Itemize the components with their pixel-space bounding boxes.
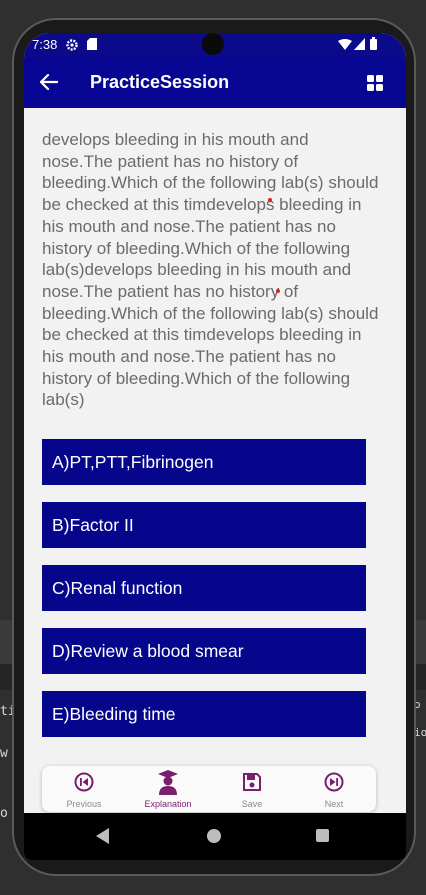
page-title: PracticeSession — [90, 72, 230, 92]
status-time: 7:38 — [32, 37, 58, 52]
option-b-button[interactable]: B)Factor II — [42, 502, 366, 548]
next-label: Next — [324, 799, 344, 809]
option-e-button[interactable]: E)Bleeding time — [42, 691, 366, 737]
previous-label: Previous — [66, 799, 102, 809]
back-arrow-icon[interactable] — [40, 74, 58, 90]
next-button[interactable]: Next — [292, 766, 376, 812]
explanation-button[interactable]: Explanation — [126, 766, 210, 812]
app-bar: PracticeSession — [24, 57, 406, 108]
system-navigation-bar — [24, 813, 406, 860]
app-screen: 7:38 PracticeSession develops bleeding i… — [24, 33, 406, 860]
graduate-icon — [158, 770, 178, 795]
previous-button[interactable]: Previous — [42, 766, 126, 812]
bottom-navigation: Previous Explanation Save Next — [42, 766, 376, 812]
grid-menu-icon[interactable] — [367, 75, 383, 91]
background-text: w — [0, 746, 8, 761]
status-bar: 7:38 — [24, 33, 406, 57]
wifi-icon — [338, 39, 352, 50]
sd-card-icon — [87, 38, 97, 50]
question-text: develops bleeding in his mouth and nose.… — [42, 130, 379, 410]
skip-previous-icon — [74, 772, 94, 792]
option-d-button[interactable]: D)Review a blood smear — [42, 628, 366, 674]
overview-square-icon[interactable] — [316, 829, 329, 842]
touch-indicator-dot — [268, 198, 272, 202]
camera-cutout — [202, 33, 224, 55]
home-circle-icon[interactable] — [207, 829, 221, 843]
option-c-button[interactable]: C)Renal function — [42, 565, 366, 611]
signal-icon — [354, 38, 365, 50]
battery-icon — [370, 37, 377, 50]
skip-next-icon — [324, 772, 344, 792]
background-text: o — [0, 806, 8, 821]
explanation-label: Explanation — [144, 799, 192, 809]
touch-indicator-dot — [276, 289, 280, 293]
option-a-button[interactable]: A)PT,PTT,Fibrinogen — [42, 439, 366, 485]
back-triangle-icon[interactable] — [96, 828, 110, 844]
save-icon — [243, 773, 261, 791]
save-label: Save — [241, 799, 263, 809]
settings-icon — [66, 39, 78, 51]
save-button[interactable]: Save — [210, 766, 294, 812]
